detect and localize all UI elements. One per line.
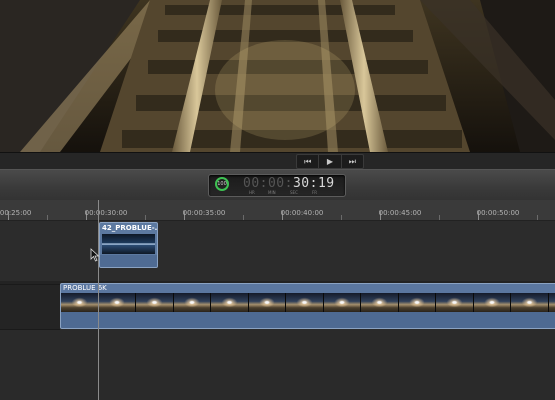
filmstrip-frame (436, 293, 474, 314)
skip-forward-icon[interactable]: ⏭ (342, 155, 363, 168)
filmstrip (61, 293, 555, 314)
ruler-minor-tick (439, 215, 440, 220)
ruler-minor-tick (145, 215, 146, 220)
transport-bar: ⏮ ▶ ⏭ (0, 152, 555, 169)
ruler-label: 00:00:40:00 (280, 209, 324, 217)
filmstrip-frame (511, 293, 549, 314)
filmstrip-frame (548, 293, 555, 314)
track-header (0, 284, 60, 330)
ruler-minor-tick (537, 215, 538, 220)
transport-controls: ⏮ ▶ ⏭ (296, 154, 364, 169)
connected-clip-name: 42_PROBLUE-... (102, 224, 158, 232)
filmstrip-frame (361, 293, 399, 314)
timecode-label-hr: HR (249, 190, 255, 195)
timecode-display[interactable]: 100 00:00:30:19 HR MIN SEC FR (208, 174, 346, 197)
video-frame-image (0, 0, 555, 152)
connected-clip-thumbnail (102, 234, 155, 254)
toolbar: 100 00:00:30:19 HR MIN SEC FR (0, 169, 555, 201)
filmstrip-frame (323, 293, 361, 314)
ruler-label: 00:00:30:00 (84, 209, 128, 217)
ruler-label: 00:00:50:00 (476, 209, 520, 217)
skip-back-icon[interactable]: ⏮ (297, 155, 320, 168)
timecode-badge: 100 (215, 177, 229, 191)
ruler-minor-tick (341, 215, 342, 220)
connected-clip[interactable]: 42_PROBLUE-... (99, 222, 158, 268)
filmstrip-frame (286, 293, 324, 314)
arrow-cursor-icon (90, 248, 100, 262)
ruler-label: 00:00:45:00 (378, 209, 422, 217)
primary-clip-audio (61, 312, 555, 328)
filmstrip-frame (61, 293, 99, 314)
lower-lane (0, 329, 555, 400)
timecode-digits: 00:00:30:19 (243, 176, 335, 191)
play-icon[interactable]: ▶ (319, 155, 342, 168)
primary-clip[interactable]: PROBLUE 6K (60, 283, 555, 329)
filmstrip-frame (473, 293, 511, 314)
timecode-label-min: MIN (268, 190, 276, 195)
timeline-ruler[interactable]: 00:00:25:00 00:00:30:00 00:00:35:00 00:0… (0, 200, 555, 221)
filmstrip-frame (98, 293, 136, 314)
timecode-hours-minutes: 00:00: (243, 176, 293, 191)
primary-clip-name: PROBLUE 6K (63, 284, 107, 292)
ruler-label: 00:00:25:00 (0, 209, 32, 217)
filmstrip-frame (211, 293, 249, 314)
ruler-minor-tick (243, 215, 244, 220)
filmstrip-frame (173, 293, 211, 314)
timecode-label-sec: SEC (290, 190, 298, 195)
ruler-label: 00:00:35:00 (182, 209, 226, 217)
connected-clip-audio (100, 255, 157, 267)
filmstrip-frame (398, 293, 436, 314)
timecode-seconds-frames: 30:19 (292, 176, 335, 191)
timecode-label-fr: FR (312, 190, 318, 195)
playhead[interactable] (98, 200, 99, 400)
ruler-minor-tick (47, 215, 48, 220)
filmstrip-frame (136, 293, 174, 314)
filmstrip-frame (248, 293, 286, 314)
timeline-area[interactable]: 42_PROBLUE-... PROBLUE 6K (0, 221, 555, 400)
viewer-frame (0, 0, 555, 152)
